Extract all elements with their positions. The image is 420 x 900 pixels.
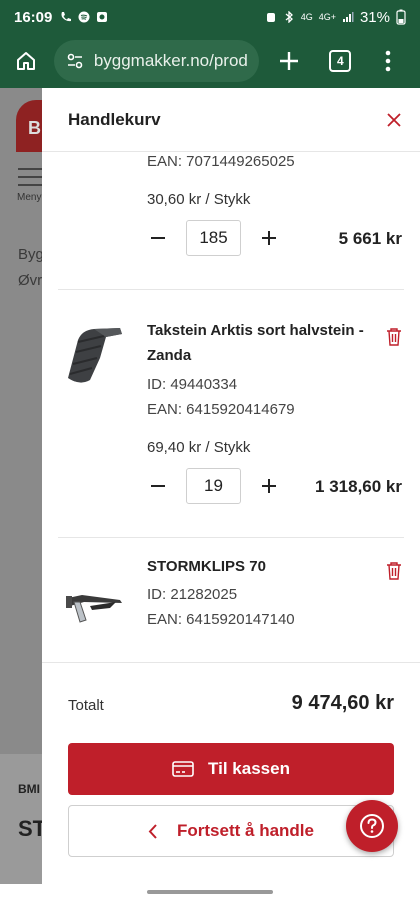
close-icon: [387, 113, 401, 127]
new-tab-icon: [279, 52, 298, 70]
phone-icon: [61, 12, 72, 22]
tabs-icon: 4: [329, 50, 352, 72]
status-bar: 16:09 4G 4G+ 31%: [0, 0, 420, 34]
site-settings-icon[interactable]: [66, 52, 84, 70]
background-text-2: Øvr: [18, 272, 43, 289]
item-id: ID: 21282025: [147, 586, 238, 603]
increase-quantity-button[interactable]: [259, 476, 279, 496]
item-id: ID: 49440334: [147, 376, 238, 393]
increase-quantity-button[interactable]: [259, 228, 279, 248]
roof-tile-image: [68, 328, 122, 383]
minus-icon: [151, 237, 165, 239]
close-button[interactable]: [382, 108, 406, 132]
remove-item-button[interactable]: [386, 562, 402, 580]
item-unit-price: 30,60 kr / Stykk: [147, 191, 251, 208]
status-icons-right: 4G 4G+ 31%: [265, 9, 406, 26]
storm-clip-image: [66, 595, 122, 623]
cart-title: Handlekurv: [68, 109, 161, 129]
item-line-total: 1 318,60 kr: [315, 477, 402, 496]
spotify-icon: [78, 11, 90, 23]
overflow-menu-button[interactable]: [366, 39, 410, 83]
checkout-button[interactable]: Til kassen: [68, 743, 394, 795]
gesture-handle[interactable]: [147, 890, 273, 894]
item-ean: EAN: 6415920147140: [147, 611, 295, 628]
network-label-2: 4G+: [318, 12, 336, 22]
quantity-value: 19: [204, 476, 223, 495]
card-icon: [172, 761, 194, 777]
decrease-quantity-button[interactable]: [148, 228, 168, 248]
remove-item-button[interactable]: [386, 328, 402, 346]
quantity-input[interactable]: 19: [186, 468, 241, 504]
quantity-value: 185: [199, 228, 228, 247]
cart-item: Takstein Arktis sort halvstein - Zanda I…: [42, 290, 420, 538]
item-name[interactable]: Takstein Arktis sort halvstein - Zanda: [147, 318, 373, 368]
bluetooth-icon: [285, 11, 293, 23]
background-menu-icon: [18, 168, 44, 192]
cart-item: STORMKLIPS 70 ID: 21282025 EAN: 64159201…: [42, 538, 420, 662]
battery-percent: 31%: [359, 8, 390, 26]
signal-icon: [342, 12, 354, 22]
cart-drawer: Handlekurv EAN: 7071449265025 30,60 kr /…: [42, 88, 420, 884]
trash-icon: [387, 562, 401, 580]
background-brand: BMI: [18, 782, 40, 796]
tab-switcher-button[interactable]: 4: [319, 39, 363, 83]
address-bar[interactable]: byggmakker.no/prod: [53, 40, 259, 82]
total-value: 9 474,60 kr: [291, 692, 394, 714]
background-logo-letter: B: [28, 118, 41, 138]
totals-divider: [42, 662, 420, 663]
app-icon: [97, 12, 108, 22]
new-tab-button[interactable]: [267, 39, 311, 83]
total-label: Totalt: [68, 697, 104, 714]
cart-item: EAN: 7071449265025 30,60 kr / Stykk 185 …: [42, 152, 420, 290]
quantity-input[interactable]: 185: [186, 220, 241, 256]
trash-icon: [387, 328, 401, 346]
checkout-label: Til kassen: [208, 759, 290, 778]
item-ean: EAN: 7071449265025: [147, 153, 295, 170]
background-menu-label: Meny: [17, 192, 42, 203]
plus-icon: [262, 479, 276, 493]
item-ean: EAN: 6415920414679: [147, 401, 295, 418]
browser-toolbar: byggmakker.no/prod 4: [0, 34, 420, 88]
overflow-menu-icon: [385, 50, 391, 72]
item-unit-price: 69,40 kr / Stykk: [147, 439, 251, 456]
home-icon: [16, 52, 35, 70]
chevron-left-icon: [148, 823, 157, 839]
continue-label: Fortsett å handle: [177, 821, 314, 840]
url-text: byggmakker.no/prod: [93, 51, 248, 70]
network-label-1: 4G: [300, 12, 313, 22]
help-icon: [360, 814, 384, 838]
item-name[interactable]: STORMKLIPS 70: [147, 554, 373, 579]
item-line-total: 5 661 kr: [338, 229, 402, 248]
plus-icon: [262, 231, 276, 245]
battery-icon: [396, 9, 406, 25]
status-time: 16:09: [14, 8, 53, 26]
decrease-quantity-button[interactable]: [148, 476, 168, 496]
status-icons-left: [60, 11, 108, 23]
cart-header: Handlekurv: [42, 88, 420, 152]
cart-items-list[interactable]: EAN: 7071449265025 30,60 kr / Stykk 185 …: [42, 152, 420, 662]
product-image: [60, 572, 130, 642]
help-button[interactable]: [346, 800, 398, 852]
background-text-1: Byg: [18, 246, 44, 263]
continue-shopping-button[interactable]: Fortsett å handle: [68, 805, 394, 857]
minus-icon: [151, 485, 165, 487]
product-image: [60, 320, 130, 390]
alarm-icon: [266, 13, 275, 22]
tab-count: 4: [337, 54, 344, 68]
home-button[interactable]: [10, 45, 42, 77]
